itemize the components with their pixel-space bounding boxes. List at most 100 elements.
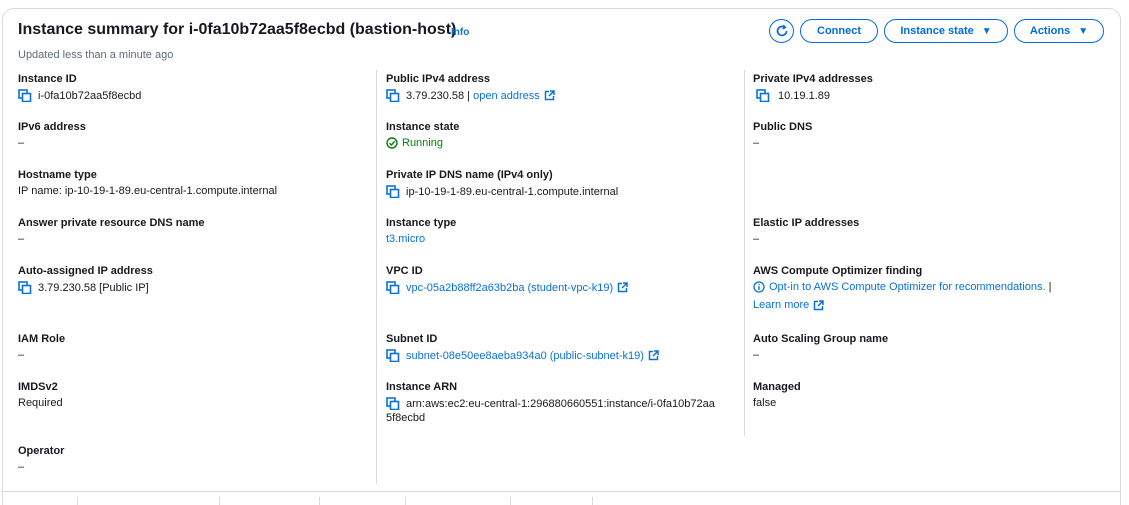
field-label: Operator [18,445,65,457]
tab-separator [592,497,593,505]
tab-separator [510,497,511,505]
field-label: IPv6 address [18,121,86,133]
asg-name-value: – [753,349,760,361]
field-instance-type: Instance type t3.micro [386,217,456,245]
instance-state-button[interactable]: Instance state ▼ [884,19,1008,43]
field-private-ipv4: Private IPv4 addresses 10.19.1.89 [753,73,873,102]
field-answer-dns: Answer private resource DNS name – [18,217,204,245]
field-asg-name: Auto Scaling Group name – [753,333,888,361]
learn-more-link[interactable]: Learn more [753,299,809,311]
field-subnet-id: Subnet ID subnet-08e50ee8aeba934a0 (publ… [386,333,659,362]
optimizer-opt-in-link[interactable]: Opt-in to AWS Compute Optimizer for reco… [769,281,1046,293]
operator-value: – [18,461,25,473]
connect-label: Connect [817,25,861,37]
field-label: Answer private resource DNS name [18,217,205,229]
auto-ip-value: 3.79.230.58 [Public IP] [38,281,149,294]
field-label: Private IPv4 addresses [753,73,873,85]
field-hostname-type: Hostname type IP name: ip-10-19-1-89.eu-… [18,169,277,197]
external-link-icon[interactable] [648,350,659,361]
external-link-icon[interactable] [544,90,555,101]
copy-icon[interactable] [386,89,400,102]
field-operator: Operator – [18,445,64,473]
tab-separator [405,497,406,505]
private-ip-dns-value: ip-10-19-1-89.eu-central-1.compute.inter… [406,185,619,198]
field-label: IAM Role [18,333,66,345]
copy-icon[interactable] [386,349,400,362]
field-iam-role: IAM Role – [18,333,65,361]
field-label: Instance ID [18,73,77,85]
tabs-top-border [2,491,1121,492]
public-ipv4-value: 3.79.230.58 | [406,89,474,102]
field-label: Auto Scaling Group name [753,333,889,345]
field-label: Managed [753,381,801,393]
refresh-icon [776,24,787,37]
field-optimizer: AWS Compute Optimizer finding Opt-in to … [753,265,1051,311]
instance-summary-panel [2,8,1121,505]
answer-dns-value: – [18,233,25,245]
instance-arn-value-line1: arn:aws:ec2:eu-central-1:296880660551:in… [406,397,715,410]
check-circle-icon [386,137,398,149]
copy-icon[interactable] [18,281,32,294]
private-ipv4-value: 10.19.1.89 [778,89,830,102]
external-link-icon[interactable] [813,300,824,311]
updated-text: Updated less than a minute ago [18,49,174,61]
public-dns-value: – [753,137,760,149]
copy-icon[interactable] [386,281,400,294]
instance-arn-value-line2: 5f8ecbd [386,412,426,424]
copy-icon[interactable] [18,89,32,102]
field-ipv6: IPv6 address – [18,121,86,149]
copy-icon[interactable] [386,185,400,198]
column-divider [744,70,745,436]
column-divider [376,70,377,484]
imdsv2-value: Required [18,397,63,409]
refresh-button[interactable] [769,19,794,43]
field-label: VPC ID [386,265,423,277]
field-public-ipv4: Public IPv4 address 3.79.230.58 | open a… [386,73,555,102]
field-label: Public DNS [753,121,813,133]
field-label: Public IPv4 address [386,73,490,85]
field-label: Private IP DNS name (IPv4 only) [386,169,553,181]
elastic-ip-value: – [753,233,760,245]
tab-separator [319,497,320,505]
instance-state-label: Instance state [900,25,974,37]
optimizer-separator: | [1045,281,1052,293]
field-vpc-id: VPC ID vpc-05a2b88ff2a63b2ba (student-vp… [386,265,628,294]
field-label: Hostname type [18,169,97,181]
actions-label: Actions [1029,25,1071,37]
field-private-ip-dns: Private IP DNS name (IPv4 only) ip-10-19… [386,169,618,198]
caret-down-icon: ▼ [1078,25,1089,37]
field-public-dns: Public DNS – [753,121,812,149]
vpc-id-link[interactable]: vpc-05a2b88ff2a63b2ba (student-vpc-k19) [406,282,613,294]
subnet-id-link[interactable]: subnet-08e50ee8aeba934a0 (public-subnet-… [406,350,644,362]
caret-down-icon: ▼ [981,25,992,37]
external-link-icon[interactable] [617,282,628,293]
managed-value: false [753,397,777,409]
field-auto-ip: Auto-assigned IP address 3.79.230.58 [Pu… [18,265,153,294]
instance-type-link[interactable]: t3.micro [386,233,425,245]
field-label: IMDSv2 [18,381,58,393]
field-label: Elastic IP addresses [753,217,860,229]
tab-separator [219,497,220,505]
field-label: Instance type [386,217,457,229]
connect-button[interactable]: Connect [800,19,878,43]
copy-icon[interactable] [386,397,400,410]
info-link[interactable]: Info [451,27,469,38]
open-address-link[interactable]: open address [473,90,540,102]
field-label: Auto-assigned IP address [18,265,153,277]
instance-state-value: Running [402,137,443,149]
field-label: Instance ARN [386,381,458,393]
field-instance-id: Instance ID i-0fa10b72aa5f8ecbd [18,73,141,102]
field-label: AWS Compute Optimizer finding [753,265,923,277]
instance-id-value: i-0fa10b72aa5f8ecbd [38,89,142,102]
iam-role-value: – [18,349,25,361]
field-managed: Managed false [753,381,801,409]
hostname-type-value: IP name: ip-10-19-1-89.eu-central-1.comp… [18,185,278,197]
copy-icon[interactable] [756,89,770,102]
field-instance-state: Instance state Running [386,121,459,149]
tab-separator [77,497,78,505]
field-imdsv2: IMDSv2 Required [18,381,63,409]
field-instance-arn: Instance ARN arn:aws:ec2:eu-central-1:29… [386,381,715,424]
page-title: Instance summary for i-0fa10b72aa5f8ecbd… [18,21,457,38]
actions-button[interactable]: Actions ▼ [1014,19,1104,43]
field-label: Instance state [386,121,460,133]
